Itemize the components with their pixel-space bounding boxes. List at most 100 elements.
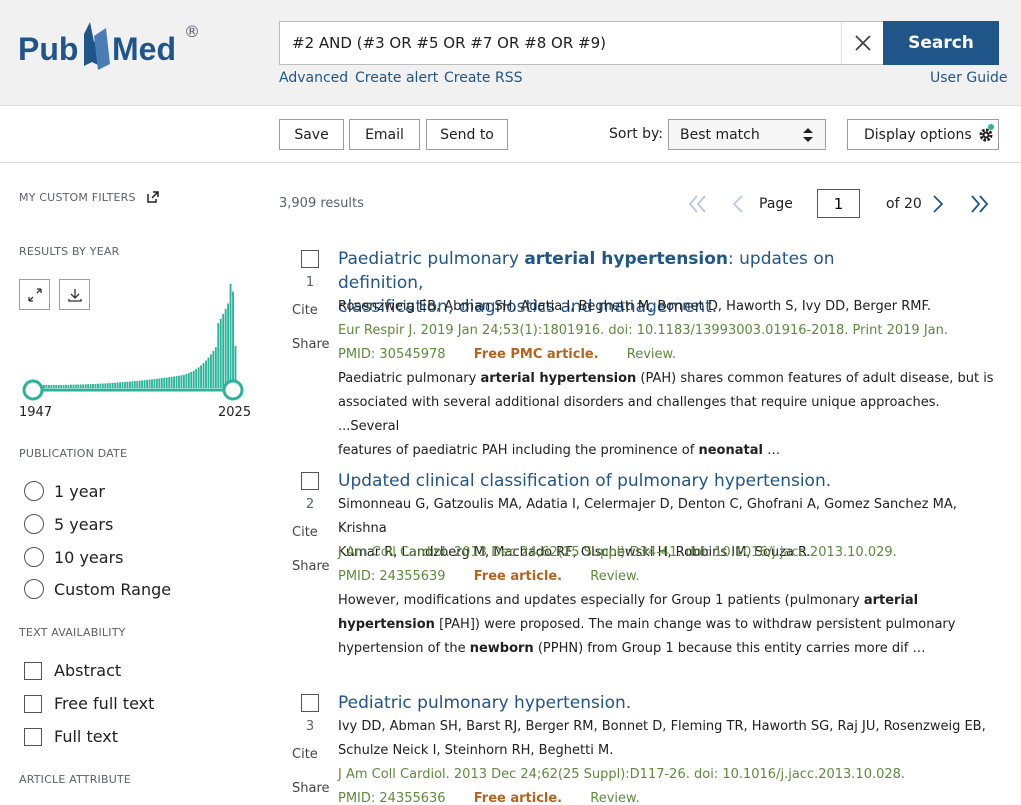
histogram-bar (227, 303, 230, 388)
result-title-link[interactable]: Updated clinical classification of pulmo… (338, 469, 898, 493)
share-button[interactable]: Share (292, 781, 330, 796)
cite-button[interactable]: Cite (292, 525, 318, 540)
display-options-button[interactable]: Display options (847, 119, 999, 150)
radio-button[interactable] (24, 579, 44, 599)
search-button[interactable]: Search (883, 21, 999, 65)
page-label: Page (759, 196, 793, 212)
svg-text:Pub: Pub (18, 31, 78, 67)
timeline-start-handle[interactable] (22, 379, 44, 401)
histogram-bar (138, 380, 141, 388)
result-authors: Ivy DD, Abman SH, Barst RJ, Berger RM, B… (338, 719, 986, 758)
histogram-bar (89, 384, 92, 388)
checkbox[interactable] (24, 661, 42, 680)
date-option-custom-range[interactable]: Custom Range (24, 579, 171, 599)
pmid: PMID: 24355639 (338, 569, 446, 584)
cite-button[interactable]: Cite (292, 747, 318, 762)
histogram-bar (158, 378, 161, 388)
histogram-bar (47, 384, 50, 388)
result-checkbox[interactable] (301, 694, 319, 712)
sort-select[interactable]: Best match (668, 119, 826, 150)
pubmed-logo[interactable]: Pub Med ® (18, 18, 200, 80)
advanced-link[interactable]: Advanced (279, 70, 348, 86)
text-availability-heading: TEXT AVAILABILITY (19, 626, 126, 639)
result-citation: J Am Coll Cardiol. 2013 Dec 24;62(25 Sup… (338, 545, 897, 560)
radio-button[interactable] (24, 481, 44, 501)
histogram-bar (202, 363, 205, 388)
histogram-bar (136, 380, 139, 388)
send-to-button[interactable]: Send to (426, 119, 508, 150)
email-button[interactable]: Email (349, 119, 420, 150)
previous-page-icon[interactable] (731, 194, 745, 214)
create-alert-link[interactable]: Create alert (355, 70, 438, 86)
share-button[interactable]: Share (292, 559, 330, 574)
histogram-bar (50, 384, 53, 388)
filter-abstract[interactable]: Abstract (24, 661, 121, 680)
user-guide-link[interactable]: User Guide (930, 70, 1007, 86)
histogram-bar (160, 378, 163, 388)
save-button[interactable]: Save (279, 119, 344, 150)
last-page-icon[interactable] (969, 194, 989, 214)
checkbox[interactable] (24, 727, 42, 746)
radio-button[interactable] (24, 514, 44, 534)
sort-value: Best match (680, 126, 760, 143)
cite-button[interactable]: Cite (292, 303, 318, 318)
next-page-icon[interactable] (931, 194, 945, 214)
timeline-end-handle[interactable] (222, 379, 244, 401)
result-number: 3 (305, 719, 315, 734)
histogram-bar (133, 381, 136, 388)
histogram-bar (197, 367, 200, 388)
histogram-bar (43, 385, 45, 388)
histogram-bar (128, 381, 131, 388)
share-button[interactable]: Share (292, 337, 330, 352)
histogram-bar (143, 380, 146, 388)
review-badge: Review. (626, 347, 677, 362)
histogram-bar (87, 384, 90, 388)
histogram-bar (79, 384, 82, 388)
date-option-10-years[interactable]: 10 years (24, 547, 123, 567)
histogram-bar (222, 314, 225, 388)
search-input[interactable] (280, 22, 840, 64)
create-rss-link[interactable]: Create RSS (444, 70, 522, 86)
results-by-year-heading: RESULTS BY YEAR (19, 245, 120, 258)
histogram-bar (72, 384, 75, 388)
header: Pub Med ® Search Advanced Create alert C… (0, 0, 1021, 106)
first-page-icon[interactable] (688, 194, 708, 214)
result-checkbox[interactable] (301, 472, 319, 490)
display-options-label: Display options (864, 126, 972, 143)
page-number-input[interactable] (817, 189, 860, 218)
date-option-1-year[interactable]: 1 year (24, 481, 105, 501)
year-start-label: 1947 (19, 405, 53, 420)
histogram-bar (82, 384, 85, 388)
results-by-year-histogram[interactable] (19, 280, 251, 402)
histogram-bar (175, 376, 178, 388)
histogram-bar (62, 384, 65, 388)
histogram-bar (121, 382, 124, 388)
clear-search-button[interactable] (841, 22, 883, 64)
free-article-badge: Free article. (473, 569, 563, 584)
review-badge: Review. (590, 791, 640, 805)
histogram-bar (170, 376, 173, 388)
histogram-bar (114, 382, 117, 388)
histogram-bar (92, 384, 94, 388)
date-option-5-years[interactable]: 5 years (24, 514, 113, 534)
checkbox[interactable] (24, 694, 42, 713)
radio-button[interactable] (24, 547, 44, 567)
result-number: 1 (305, 275, 315, 290)
histogram-bar (178, 375, 180, 388)
histogram-bar (190, 371, 193, 388)
histogram-bar (224, 308, 227, 388)
histogram-bar (116, 382, 119, 388)
filter-free-full-text[interactable]: Free full text (24, 694, 154, 713)
histogram-bar (74, 384, 77, 388)
result-title-link[interactable]: Pediatric pulmonary hypertension. (338, 691, 898, 715)
histogram-bar (126, 381, 129, 388)
histogram-bar (146, 379, 148, 388)
histogram-bar (97, 383, 99, 388)
filter-full-text[interactable]: Full text (24, 727, 118, 746)
custom-filters-heading[interactable]: MY CUSTOM FILTERS (19, 191, 160, 204)
result-ids: PMID: 24355636 Free article. Review. (338, 787, 998, 805)
histogram-bar (163, 377, 166, 388)
histogram-bar (153, 379, 156, 388)
histogram-bar (141, 380, 144, 388)
result-checkbox[interactable] (301, 250, 319, 268)
